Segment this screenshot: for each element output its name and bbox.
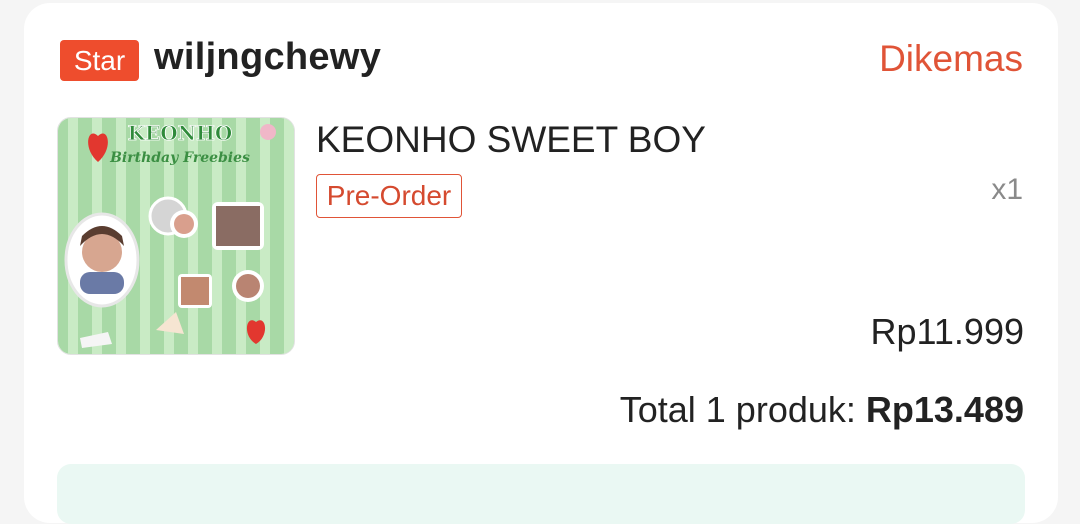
order-status: Dikemas <box>879 38 1023 79</box>
order-total-label: Total 1 produk: <box>619 389 866 430</box>
order-total-amount: Rp13.489 <box>865 389 1024 430</box>
product-quantity: x1 <box>991 173 1023 206</box>
image-title-line2: Birthday Freebies <box>109 150 250 166</box>
pre-order-tag: Pre-Order <box>316 174 462 218</box>
product-title[interactable]: KEONHO SWEET BOY <box>316 119 706 161</box>
product-price: Rp11.999 <box>870 311 1024 352</box>
star-seller-badge: Star <box>60 40 139 81</box>
image-title-line1: KEONHO <box>128 121 233 145</box>
product-image[interactable]: KEONHO Birthday Freebies <box>57 117 295 355</box>
product-image-art: KEONHO Birthday Freebies <box>58 118 294 354</box>
order-total: Total 1 produk: Rp13.489 <box>620 389 1024 431</box>
shipping-info-box[interactable] <box>57 464 1025 524</box>
shop-name[interactable]: wiljngchewy <box>154 36 381 79</box>
